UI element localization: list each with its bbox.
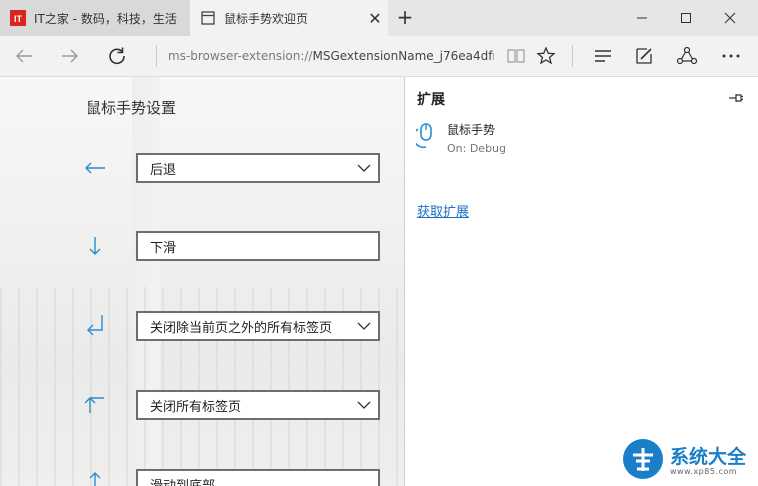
watermark-logo-icon	[622, 438, 664, 484]
gesture-action-select[interactable]: 关闭除当前页之外的所有标签页	[136, 311, 380, 341]
reading-view-icon[interactable]	[500, 40, 532, 72]
watermark-url: www.xp85.com	[670, 466, 738, 476]
get-extensions-link[interactable]: 获取扩展	[417, 201, 469, 220]
close-tab-icon[interactable]: ✕	[362, 9, 388, 28]
gesture-action-select[interactable]: 后退	[136, 153, 380, 183]
tab-title: 鼠标手势欢迎页	[224, 11, 309, 26]
address-bar[interactable]: ms-browser-extension://MSGextensionName_…	[168, 46, 494, 66]
svg-text:IT: IT	[14, 14, 23, 24]
close-window-icon[interactable]	[708, 0, 752, 36]
new-tab-button[interactable]: +	[393, 6, 417, 30]
minimize-icon[interactable]	[620, 0, 664, 36]
pane-title: 扩展	[417, 92, 445, 108]
down-left-arrow-icon	[82, 313, 108, 335]
ithome-favicon-icon: IT	[10, 10, 26, 26]
page-favicon-icon	[200, 10, 216, 26]
left-arrow-icon	[82, 157, 108, 179]
watermark-title: 系统大全	[670, 445, 747, 468]
watermark: 系统大全 www.xp85.com	[622, 438, 746, 484]
hub-icon[interactable]	[587, 40, 619, 72]
address-scheme: ms-browser-extension://	[168, 49, 313, 63]
extension-name: 鼠标手势	[447, 123, 496, 137]
address-path: MSGextensionName_j76ea4dfmytt	[312, 49, 494, 63]
gesture-action-select[interactable]: 关闭所有标签页	[136, 390, 380, 420]
tab-title: IT之家 - 数码，科技，生活	[34, 11, 177, 26]
toolbar-divider	[156, 45, 157, 67]
share-icon[interactable]	[671, 40, 703, 72]
chevron-down-icon	[350, 164, 378, 172]
refresh-icon[interactable]	[101, 40, 133, 72]
more-options-icon[interactable]	[715, 40, 747, 72]
extensions-pane: 扩展 鼠标手势 On: Debug 获取扩展	[404, 77, 758, 486]
selected-action: 关闭除当前页之外的所有标签页	[150, 320, 333, 336]
up-arrow-icon	[82, 470, 108, 486]
gesture-action-select[interactable]: 滑动到底部	[136, 469, 380, 486]
tab-ithome[interactable]: IT IT之家 - 数码，科技，生活	[0, 0, 190, 36]
forward-arrow-icon[interactable]	[54, 40, 86, 72]
pin-icon[interactable]	[727, 89, 745, 107]
mouse-icon	[413, 121, 439, 153]
chevron-down-icon	[350, 401, 378, 409]
page-title: 鼠标手势设置	[86, 99, 177, 117]
up-left-arrow-icon	[82, 393, 108, 415]
favorites-star-icon[interactable]	[530, 40, 562, 72]
maximize-icon[interactable]	[664, 0, 708, 36]
web-note-icon[interactable]	[628, 40, 660, 72]
selected-action: 滑动到底部	[150, 478, 216, 486]
chevron-down-icon	[350, 322, 378, 330]
extension-item-mouse-gesture[interactable]: 鼠标手势 On: Debug	[413, 121, 713, 161]
selected-action: 下滑	[150, 240, 177, 256]
tab-mouse-gesture-welcome[interactable]: 鼠标手势欢迎页 ✕	[190, 0, 388, 36]
back-arrow-icon[interactable]	[8, 40, 40, 72]
page-content: 鼠标手势设置 后退 下滑 关闭除当前页之外的所有标签页 关闭所有标签页 滑动到底…	[0, 77, 404, 486]
selected-action: 后退	[150, 162, 177, 178]
extension-status: On: Debug	[447, 142, 507, 155]
down-arrow-icon	[82, 235, 108, 257]
toolbar-divider	[572, 45, 573, 67]
gesture-action-select[interactable]: 下滑	[136, 231, 380, 261]
tab-strip: IT IT之家 - 数码，科技，生活 鼠标手势欢迎页 ✕ +	[0, 0, 758, 36]
selected-action: 关闭所有标签页	[150, 399, 242, 415]
navigation-toolbar: ms-browser-extension://MSGextensionName_…	[0, 36, 758, 77]
